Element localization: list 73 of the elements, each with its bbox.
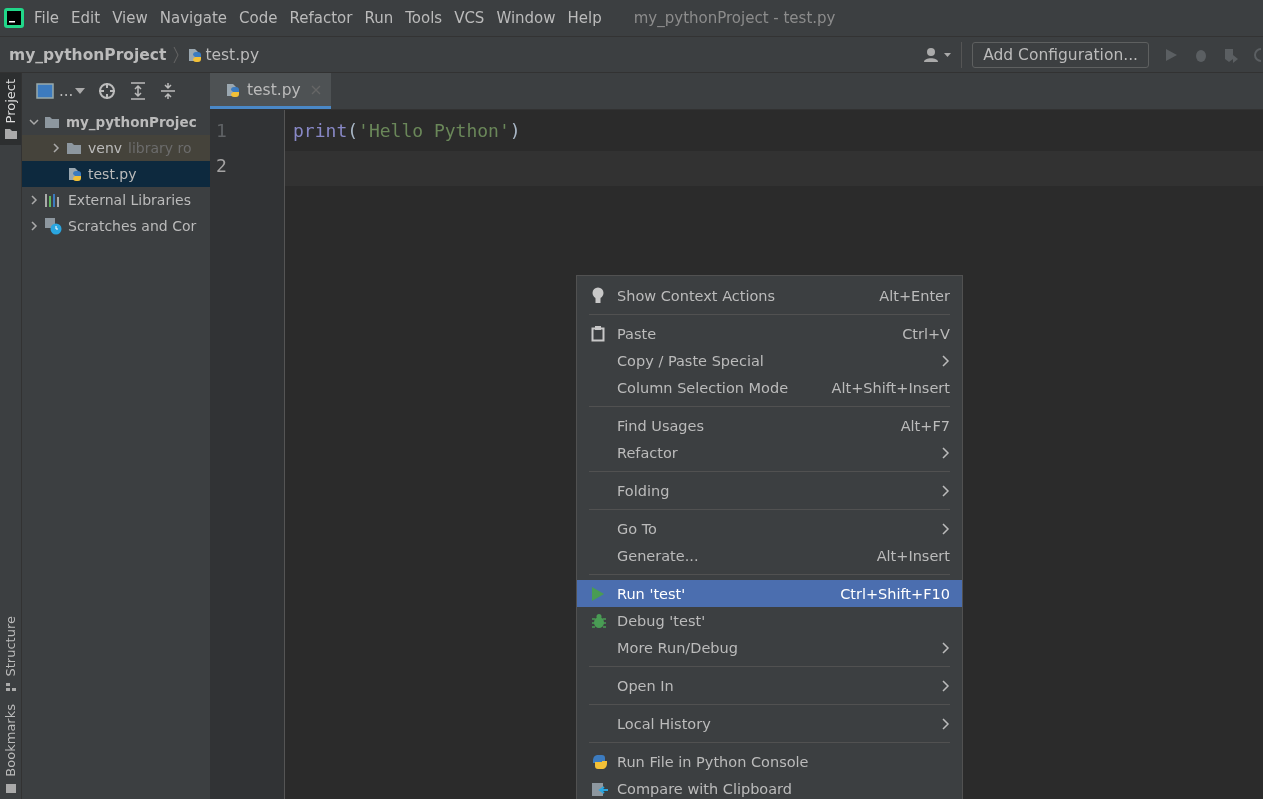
tool-window-tab[interactable]: Structure [0, 609, 21, 699]
tree-item[interactable]: External Libraries [22, 187, 210, 213]
run-icon [1163, 46, 1179, 63]
editor-tab[interactable]: test.py [210, 73, 331, 109]
tree-item[interactable]: my_pythonProjec [22, 109, 210, 135]
menu-item[interactable]: View [112, 9, 148, 27]
breadcrumb[interactable]: my_pythonProject [9, 45, 167, 64]
menu-item[interactable]: Paste Ctrl+V [577, 320, 962, 347]
menu-item[interactable]: Compare with Clipboard [577, 775, 962, 799]
folder-icon [44, 114, 60, 130]
menu-item[interactable]: More Run/Debug [577, 634, 962, 661]
chevron-right-icon [28, 220, 40, 232]
code-line: print('Hello Python') [293, 120, 521, 141]
folder-icon [66, 140, 82, 156]
view-dropdown-button[interactable]: ... [36, 82, 89, 100]
python-file-icon [66, 166, 82, 182]
menu-item[interactable]: Navigate [159, 9, 228, 27]
user-dropdown-icon [923, 46, 954, 63]
bookmark-icon [4, 783, 17, 793]
menu-item[interactable]: Run 'test' Ctrl+Shift+F10 [577, 580, 962, 607]
menu-item[interactable]: File [34, 9, 60, 27]
menu-item[interactable]: Window [496, 9, 556, 27]
python-file-icon [224, 81, 240, 98]
menu-item[interactable]: Column Selection Mode Alt+Shift+Insert [577, 374, 962, 401]
menu-item[interactable]: Find Usages Alt+F7 [577, 412, 962, 439]
menu-item[interactable]: Help [567, 9, 602, 27]
clipboard-icon [591, 325, 605, 342]
menu-item[interactable]: Refactor [577, 439, 962, 466]
bug-icon [591, 612, 607, 629]
python-file-icon [186, 46, 203, 63]
tool-window-tab[interactable]: Project [0, 73, 21, 146]
breadcrumb[interactable]: test.py [205, 45, 260, 64]
tree-item[interactable]: Scratches and Cor [22, 213, 210, 239]
structure-icon [4, 682, 17, 693]
menu-item[interactable]: Folding [577, 477, 962, 504]
run-icon [591, 585, 605, 602]
coverage-icon [1223, 46, 1239, 63]
chevron-down-icon [28, 116, 40, 128]
menu-item[interactable]: Copy / Paste Special [577, 347, 962, 374]
menu-item[interactable]: VCS [454, 9, 485, 27]
folder-icon [4, 129, 17, 140]
library-icon [44, 192, 62, 208]
tree-item[interactable]: test.py [22, 161, 210, 187]
menu-item[interactable]: Show Context Actions Alt+Enter [577, 282, 962, 309]
menu-item[interactable]: Refactor [289, 9, 353, 27]
menu-item[interactable]: Debug 'test' [577, 607, 962, 634]
add-configuration-button[interactable]: Add Configuration... [972, 41, 1149, 68]
window-title: my_pythonProject - test.py [633, 9, 836, 27]
close-icon [310, 84, 321, 95]
menu-item[interactable]: Run File in Python Console [577, 748, 962, 775]
chevron-icon [172, 45, 181, 64]
menu-item[interactable]: Local History [577, 710, 962, 737]
python-icon [591, 752, 609, 771]
collapse-all-icon [160, 82, 177, 100]
compare-icon [591, 780, 609, 797]
menu-item[interactable]: Generate... Alt+Insert [577, 542, 962, 569]
app-logo-icon [4, 8, 24, 28]
bulb-icon [591, 286, 605, 305]
locate-icon [98, 82, 117, 100]
menu-item[interactable]: Run [364, 9, 394, 27]
chevron-right-icon [50, 142, 62, 154]
tool-window-tab[interactable]: Bookmarks [0, 698, 21, 799]
caret-icon [75, 88, 86, 94]
menu-item[interactable]: Open In [577, 672, 962, 699]
chevron-right-icon [28, 194, 40, 206]
scratch-file-clock-icon [44, 217, 62, 235]
expand-all-icon [130, 82, 147, 100]
panel-icon [36, 83, 54, 99]
line-number: 2 [215, 154, 228, 178]
menu-item[interactable]: Tools [405, 9, 443, 27]
menu-item[interactable]: Go To [577, 515, 962, 542]
menu-item[interactable]: Code [239, 9, 278, 27]
menu-item[interactable]: Edit [71, 9, 101, 27]
